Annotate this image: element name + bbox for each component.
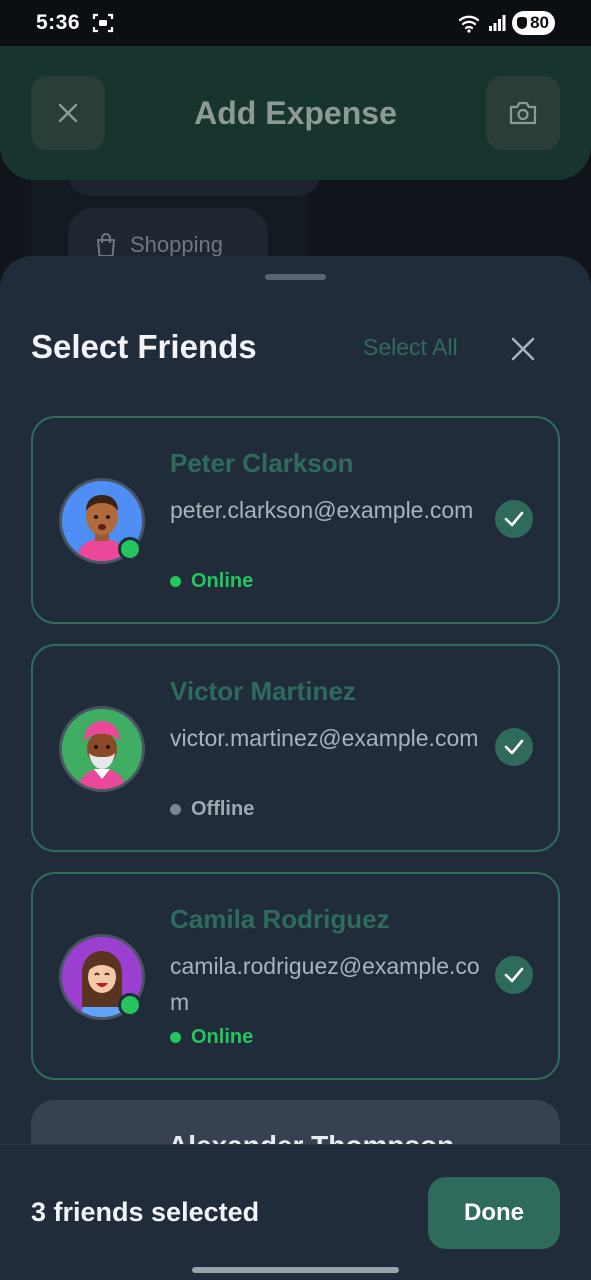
friend-status-label: Online [191,570,254,592]
home-indicator [192,1267,399,1273]
friend-card[interactable]: Camila Rodriguez camila.rodriguez@exampl… [31,872,560,1080]
wifi-icon [458,15,480,33]
friend-name: Camila Rodriguez [170,904,390,934]
screenshot-icon [92,13,114,33]
category-chip-label: Shopping [130,232,223,257]
close-expense-button [31,76,105,150]
select-friends-sheet: Select Friends Select All Peter Clarkson… [0,256,591,1280]
friend-name: Alexander Thompson [168,1130,454,1144]
friend-status: Online [170,570,253,593]
friend-name: Peter Clarkson [170,448,354,478]
avatar [59,706,145,792]
camera-icon [509,101,537,125]
friend-email: camila.rodriguez@example.com [170,953,480,1015]
friend-email: peter.clarkson@example.com [170,497,474,523]
friend-email: victor.martinez@example.com [170,725,479,751]
battery-icon [517,17,528,29]
done-button[interactable]: Done [428,1177,560,1249]
avatar-illustration [62,709,142,789]
selected-checkmark[interactable] [495,728,533,766]
online-indicator [118,993,142,1017]
friend-status: Online [170,1026,253,1049]
selected-checkmark[interactable] [495,500,533,538]
status-time: 5:36 [36,11,81,34]
friend-status-label: Online [191,1026,254,1048]
status-icons: 80 [458,11,555,35]
app-header: Add Expense [0,46,591,180]
close-sheet-button[interactable] [506,332,540,366]
check-icon [504,739,524,755]
friend-name: Victor Martinez [170,676,356,706]
status-dot-icon [170,1032,181,1043]
camera-button [486,76,560,150]
status-dot-icon [170,804,181,815]
check-icon [504,511,524,527]
status-dot-icon [170,576,181,587]
friend-status: Offline [170,798,254,821]
select-all-button[interactable]: Select All [363,334,458,361]
status-bar: 5:36 80 [0,0,591,46]
battery-level: 80 [530,13,549,32]
close-icon [511,337,535,361]
close-icon [58,103,78,123]
friend-card[interactable]: Peter Clarkson peter.clarkson@example.co… [31,416,560,624]
shopping-bag-icon [97,233,115,257]
friend-card[interactable]: Alexander Thompson [31,1100,560,1144]
battery-indicator: 80 [512,11,555,35]
friend-list: Peter Clarkson peter.clarkson@example.co… [31,416,560,1144]
page-title: Add Expense [194,94,397,131]
check-icon [504,967,524,983]
selected-count: 3 friends selected [31,1197,260,1227]
sheet-title: Select Friends [31,328,257,365]
selected-checkmark[interactable] [495,956,533,994]
friend-card[interactable]: Victor Martinez victor.martinez@example.… [31,644,560,852]
selection-footer: 3 friends selected Done [0,1144,591,1280]
signal-icon [489,15,506,31]
friend-status-label: Offline [191,798,255,820]
drag-handle[interactable] [265,274,326,280]
online-indicator [118,537,142,561]
